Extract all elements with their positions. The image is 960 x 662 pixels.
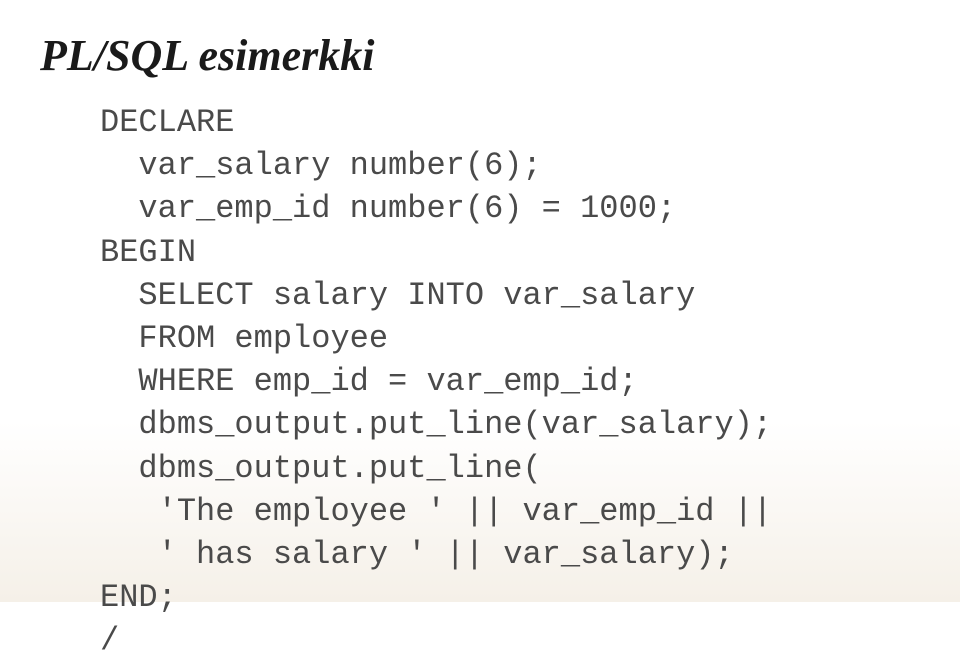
code-line: END; (100, 579, 177, 616)
code-line: dbms_output.put_line( (100, 450, 542, 487)
code-block: DECLARE var_salary number(6); var_emp_id… (40, 101, 920, 662)
code-line: var_emp_id number(6) = 1000; (100, 190, 676, 227)
code-line: dbms_output.put_line(var_salary); (100, 406, 772, 443)
code-line: BEGIN (100, 234, 196, 271)
code-line: var_salary number(6); (100, 147, 542, 184)
code-line: DECLARE (100, 104, 234, 141)
code-line: FROM employee (100, 320, 388, 357)
code-line: / (100, 622, 119, 659)
code-line: 'The employee ' || var_emp_id || (100, 493, 772, 530)
slide-title: PL/SQL esimerkki (40, 30, 920, 81)
code-line: SELECT salary INTO var_salary (100, 277, 695, 314)
code-line: ' has salary ' || var_salary); (100, 536, 734, 573)
code-line: WHERE emp_id = var_emp_id; (100, 363, 638, 400)
